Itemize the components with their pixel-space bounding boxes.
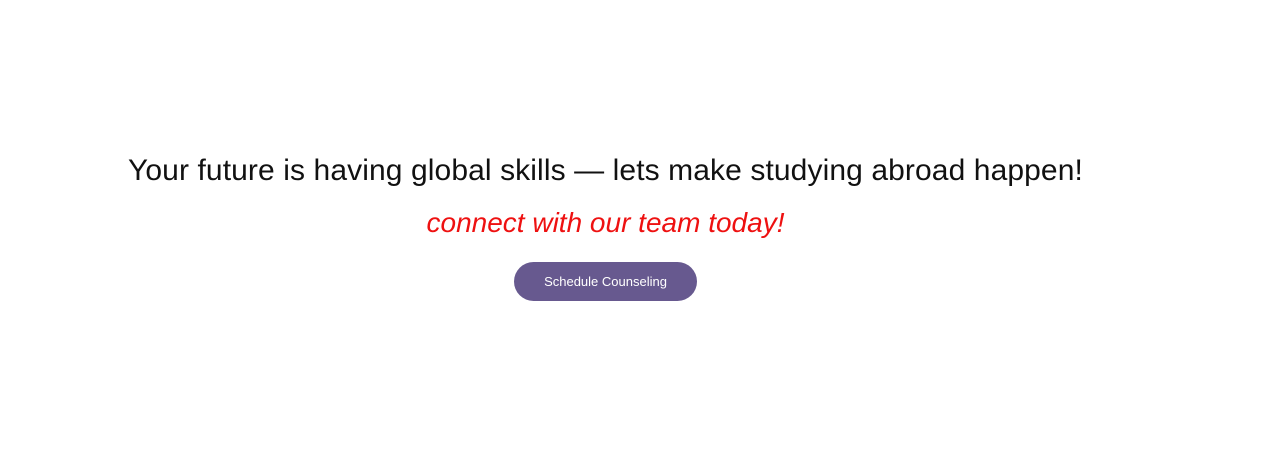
cta-subline: connect with our team today! <box>426 207 785 238</box>
schedule-counseling-button[interactable]: Schedule Counseling <box>514 262 697 301</box>
cta-section: Your future is having global skills — le… <box>0 0 1211 467</box>
cta-headline: Your future is having global skills — le… <box>128 154 1083 187</box>
